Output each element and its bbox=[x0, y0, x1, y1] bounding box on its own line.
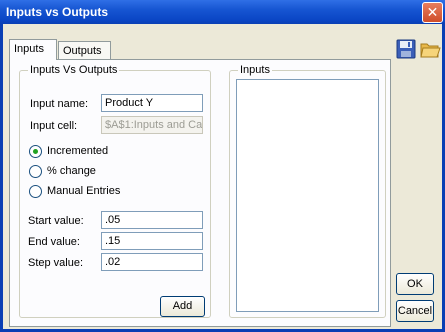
input-name-field[interactable]: Product Y bbox=[101, 94, 203, 112]
tab-inputs-label: Inputs bbox=[14, 43, 44, 55]
add-button[interactable]: Add bbox=[160, 296, 205, 317]
input-name-label: Input name: bbox=[30, 98, 89, 110]
radio-percent-change-label: % change bbox=[47, 165, 96, 177]
dialog-body: Inputs Outputs Inputs Vs Outputs Input n… bbox=[0, 24, 445, 332]
open-folder-icon[interactable] bbox=[419, 38, 441, 60]
group-legend: Inputs Vs Outputs bbox=[28, 64, 120, 76]
radio-incremented-label: Incremented bbox=[47, 145, 109, 157]
title-bar: Inputs vs Outputs ✕ bbox=[0, 0, 445, 24]
inputs-list-legend: Inputs bbox=[238, 64, 272, 76]
inputs-tab-panel: Inputs Vs Outputs Input name: Product Y … bbox=[9, 59, 391, 327]
inputs-list-group: Inputs bbox=[229, 64, 386, 318]
step-value-field[interactable]: .02 bbox=[101, 253, 203, 271]
ok-button[interactable]: OK bbox=[396, 273, 434, 295]
end-value-label: End value: bbox=[28, 236, 80, 248]
inputs-vs-outputs-group: Inputs Vs Outputs Input name: Product Y … bbox=[19, 64, 211, 318]
end-value-field[interactable]: .15 bbox=[101, 232, 203, 250]
input-cell-field: $A$1:Inputs and Calcul bbox=[101, 116, 203, 134]
radio-manual-entries[interactable] bbox=[29, 185, 42, 198]
window-title: Inputs vs Outputs bbox=[6, 5, 108, 19]
tab-outputs[interactable]: Outputs bbox=[58, 41, 111, 60]
input-cell-label: Input cell: bbox=[30, 120, 78, 132]
start-value-label: Start value: bbox=[28, 215, 84, 227]
inputs-listbox[interactable] bbox=[236, 79, 379, 312]
step-value-label: Step value: bbox=[28, 257, 84, 269]
close-button[interactable]: ✕ bbox=[422, 2, 443, 23]
tab-inputs[interactable]: Inputs bbox=[9, 39, 57, 60]
start-value-field[interactable]: .05 bbox=[101, 211, 203, 229]
cancel-button[interactable]: Cancel bbox=[396, 300, 434, 322]
radio-percent-change[interactable] bbox=[29, 165, 42, 178]
tab-outputs-label: Outputs bbox=[63, 45, 102, 57]
radio-incremented[interactable] bbox=[29, 145, 42, 158]
close-icon: ✕ bbox=[426, 4, 439, 20]
save-icon[interactable] bbox=[395, 38, 417, 60]
radio-manual-entries-label: Manual Entries bbox=[47, 185, 121, 197]
